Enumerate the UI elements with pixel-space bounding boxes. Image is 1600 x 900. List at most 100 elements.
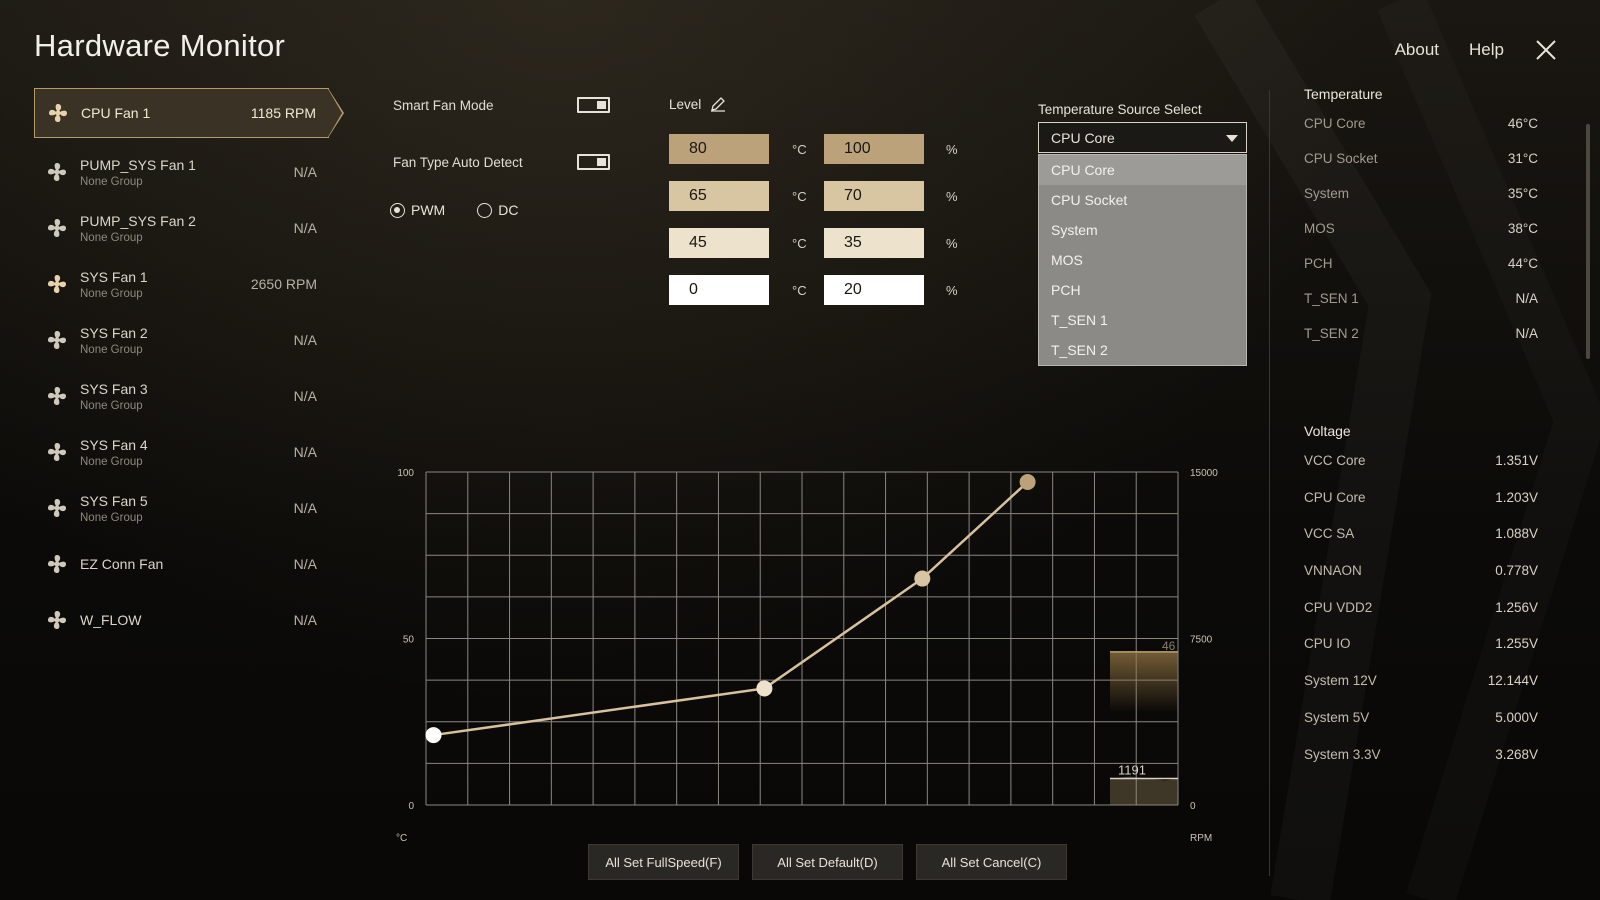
fan-item-w-flow[interactable]: W_FLOW N/A [34, 592, 329, 648]
level-1-temp-unit: °C [792, 142, 807, 157]
level-3-temp-input[interactable] [669, 228, 769, 258]
left-axis-unit: °C [396, 833, 407, 844]
fan-speed: N/A [293, 612, 317, 628]
voltage-row: CPU IO 1.255V [1304, 636, 1538, 652]
app-title: Hardware Monitor [34, 28, 286, 63]
fan-group: None Group [80, 455, 143, 468]
smart-fan-mode-toggle[interactable] [577, 97, 610, 113]
temp-source-option[interactable]: MOS [1039, 245, 1246, 275]
smart-fan-mode-label: Smart Fan Mode [393, 98, 494, 113]
fan-icon [48, 163, 66, 181]
temperature-row: PCH 44°C [1304, 256, 1538, 271]
fan-item-sys-fan-2[interactable]: SYS Fan 2 None Group N/A [34, 312, 329, 368]
live-temp-area [1110, 651, 1178, 712]
fan-icon [48, 443, 66, 461]
pwm-radio[interactable]: PWM [390, 202, 445, 218]
fan-name: PUMP_SYS Fan 1 [80, 156, 196, 173]
fan-speed: 1185 RPM [250, 105, 316, 121]
temperature-row: CPU Socket 31°C [1304, 151, 1538, 166]
fan-group: None Group [80, 343, 143, 356]
temp-source-label: Temperature Source Select [1038, 102, 1202, 117]
level-2-temp-input[interactable] [669, 181, 769, 211]
voltage-row: CPU Core 1.203V [1304, 489, 1538, 505]
live-temp-label: 46 [1162, 639, 1176, 653]
dc-radio[interactable]: DC [477, 202, 518, 218]
level-2-pct-input[interactable] [824, 181, 924, 211]
right-axis-unit: RPM [1190, 833, 1212, 844]
curve-point[interactable] [756, 680, 773, 697]
left-axis-tick-label: 50 [403, 635, 415, 646]
level-4-pct-input[interactable] [824, 275, 924, 305]
all-set-full-speed-button[interactable]: All Set FullSpeed(F) [588, 844, 739, 880]
right-panel-scrollbar[interactable] [1586, 124, 1590, 359]
fan-item-ez-conn-fan[interactable]: EZ Conn Fan N/A [34, 536, 329, 592]
temp-source-option[interactable]: CPU Core [1039, 155, 1246, 185]
voltage-row: CPU VDD2 1.256V [1304, 599, 1538, 615]
right-axis-tick-label: 15000 [1190, 468, 1218, 479]
fan-icon [48, 611, 66, 629]
temperature-row: MOS 38°C [1304, 221, 1538, 236]
temp-source-option[interactable]: T_SEN 1 [1039, 305, 1246, 335]
left-axis-tick-label: 0 [408, 801, 414, 812]
fan-item-pump-sys-fan-1[interactable]: PUMP_SYS Fan 1 None Group N/A [34, 144, 329, 200]
fan-item-sys-fan-1[interactable]: SYS Fan 1 None Group 2650 RPM [34, 256, 329, 312]
voltage-row: VNNAON 0.778V [1304, 563, 1538, 579]
fan-item-sys-fan-5[interactable]: SYS Fan 5 None Group N/A [34, 480, 329, 536]
fan-type-auto-detect-toggle[interactable] [577, 154, 610, 170]
fan-type-radio-group: PWM DC [390, 202, 518, 218]
fan-speed: N/A [293, 220, 317, 236]
fan-item-sys-fan-3[interactable]: SYS Fan 3 None Group N/A [34, 368, 329, 424]
about-link[interactable]: About [1395, 40, 1439, 60]
all-set-default-button[interactable]: All Set Default(D) [752, 844, 903, 880]
fan-speed: N/A [293, 444, 317, 460]
temp-source-select[interactable]: CPU Core [1038, 122, 1247, 153]
fan-name: SYS Fan 5 [80, 492, 148, 509]
fan-speed: N/A [293, 164, 317, 180]
temp-source-option[interactable]: CPU Socket [1039, 185, 1246, 215]
voltage-panel: Voltage VCC Core 1.351V CPU Core 1.203V VC… [1304, 423, 1538, 783]
temp-source-option[interactable]: T_SEN 2 [1039, 335, 1246, 365]
dc-label: DC [498, 202, 519, 218]
fan-name: PUMP_SYS Fan 2 [80, 212, 196, 229]
temp-source-option[interactable]: PCH [1039, 275, 1246, 305]
level-3-pct-unit: % [946, 236, 958, 251]
close-icon[interactable] [1534, 38, 1558, 62]
curve-point[interactable] [425, 727, 442, 744]
fan-curve-svg: 100 50 0 15000 7500 0 °C RPM 1191 46 [396, 468, 1218, 844]
voltage-row: System 3.3V 3.268V [1304, 746, 1538, 762]
help-link[interactable]: Help [1469, 40, 1504, 60]
level-label: Level [669, 95, 727, 113]
caret-down-icon [1226, 135, 1238, 142]
level-1-pct-unit: % [946, 142, 958, 157]
level-4-temp-unit: °C [792, 283, 807, 298]
level-3-temp-unit: °C [792, 236, 807, 251]
fan-group: None Group [80, 231, 143, 244]
right-axis-tick-label: 0 [1190, 801, 1196, 812]
curve-point[interactable] [914, 570, 931, 587]
fan-icon [48, 499, 66, 517]
fan-group: None Group [80, 511, 143, 524]
voltage-row: System 12V 12.144V [1304, 673, 1538, 689]
fan-icon [48, 275, 66, 293]
fan-item-pump-sys-fan-2[interactable]: PUMP_SYS Fan 2 None Group N/A [34, 200, 329, 256]
all-set-cancel-button[interactable]: All Set Cancel(C) [916, 844, 1067, 880]
voltage-row: VCC Core 1.351V [1304, 453, 1538, 468]
level-4-temp-input[interactable] [669, 275, 769, 305]
live-rpm-area [1110, 776, 1178, 805]
temp-source-option[interactable]: System [1039, 215, 1246, 245]
fan-speed: N/A [293, 500, 317, 516]
fan-speed: N/A [293, 332, 317, 348]
level-3-pct-input[interactable] [824, 228, 924, 258]
fan-name: SYS Fan 4 [80, 436, 148, 453]
level-2-pct-unit: % [946, 189, 958, 204]
curve-point[interactable] [1019, 473, 1036, 490]
level-1-pct-input[interactable] [824, 134, 924, 164]
fan-item-cpu-fan-1[interactable]: CPU Fan 1 1185 RPM [34, 88, 344, 138]
fan-name: SYS Fan 3 [80, 380, 148, 397]
fan-icon [48, 331, 66, 349]
voltage-title: Voltage [1304, 423, 1351, 439]
fan-speed: 2650 RPM [250, 276, 317, 292]
level-1-temp-input[interactable] [669, 134, 769, 164]
pencil-icon[interactable] [709, 95, 727, 113]
fan-item-sys-fan-4[interactable]: SYS Fan 4 None Group N/A [34, 424, 329, 480]
